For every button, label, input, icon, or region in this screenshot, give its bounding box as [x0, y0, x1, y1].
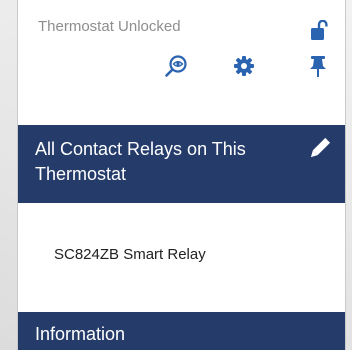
- search-icon[interactable]: [164, 54, 188, 78]
- pin-icon[interactable]: [306, 54, 330, 78]
- lock-open-icon[interactable]: [311, 20, 328, 40]
- pencil-icon[interactable]: [309, 136, 332, 159]
- thermostat-panel: Thermostat Unlocked All Contact Relays o…: [17, 0, 346, 350]
- relays-section-header: All Contact Relays on This Thermostat: [18, 125, 345, 203]
- information-section-header[interactable]: Information: [18, 312, 345, 350]
- relay-list-item[interactable]: SC824ZB Smart Relay: [18, 203, 345, 289]
- thermostat-status-text: Thermostat Unlocked: [38, 18, 181, 35]
- relays-section-title: All Contact Relays on This Thermostat: [35, 139, 246, 184]
- relay-item-label: SC824ZB Smart Relay: [54, 246, 206, 263]
- information-section-title: Information: [35, 324, 126, 344]
- gear-icon[interactable]: [232, 54, 256, 78]
